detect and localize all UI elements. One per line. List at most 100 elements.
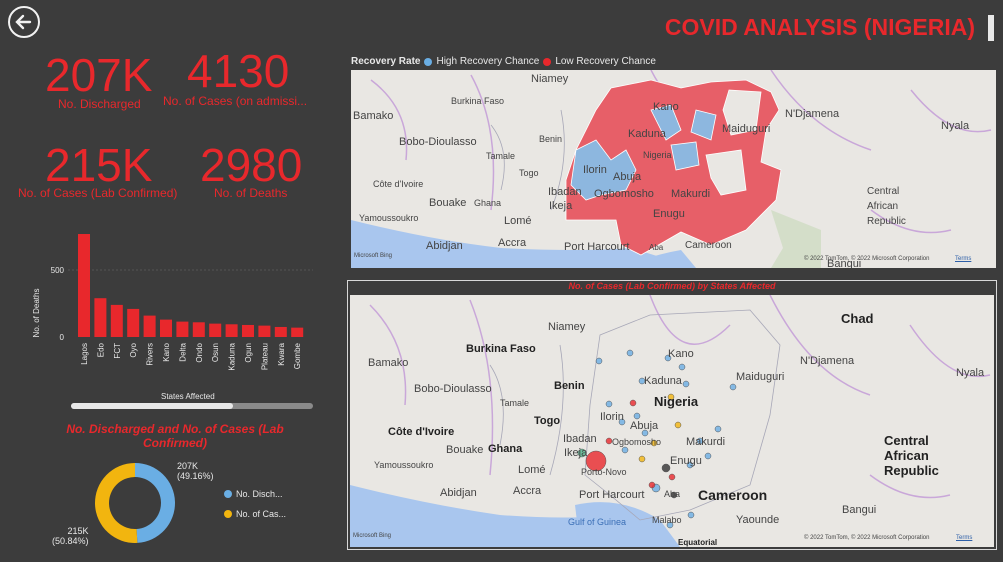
map-label: Burkina Faso — [466, 343, 536, 355]
bar-kwara[interactable] — [274, 326, 287, 337]
map-label: African — [867, 201, 899, 212]
map-label: Makurdi — [686, 436, 726, 448]
bar-lagos[interactable] — [78, 234, 90, 337]
back-button[interactable] — [8, 6, 40, 38]
map-label: African — [884, 448, 929, 463]
scrollbar-thumb[interactable] — [71, 403, 233, 409]
map-label: Burkina Faso — [451, 96, 505, 106]
bar-osun[interactable] — [209, 323, 222, 337]
case-bubble[interactable] — [682, 380, 690, 388]
case-bubble[interactable] — [621, 446, 629, 454]
case-bubble[interactable] — [595, 357, 603, 365]
map-label: Bamako — [368, 357, 409, 369]
map-label: Maiduguri — [736, 371, 785, 383]
map-label: Enugu — [670, 455, 702, 467]
x-tick-label: Rivers — [146, 343, 155, 366]
x-tick-label: Ondo — [195, 342, 204, 362]
legend-lab-confirmed[interactable]: No. of Cas... — [224, 509, 286, 519]
case-bubble[interactable] — [661, 463, 671, 473]
map-label: Ilorin — [600, 411, 624, 423]
map-label: Central — [867, 186, 900, 197]
case-bubble[interactable] — [687, 511, 695, 519]
bar-ondo[interactable] — [192, 322, 205, 337]
bar-edo[interactable] — [94, 298, 107, 337]
map-label: Republic — [884, 463, 939, 478]
donut-title: No. Discharged and No. of Cases (Lab Con… — [66, 422, 284, 450]
legend-low-recovery[interactable]: Low Recovery Chance — [555, 56, 656, 67]
bar-fct[interactable] — [110, 304, 123, 337]
kpi-discharged-label: No. Discharged — [58, 97, 141, 111]
kpi-admission-value: 4130 — [187, 45, 290, 97]
case-bubble[interactable] — [668, 473, 676, 481]
map-label: Abuja — [613, 171, 642, 183]
map-label: Port Harcourt — [564, 241, 630, 253]
map-label: Abuja — [630, 420, 659, 432]
map-provider: Microsoft Bing — [353, 533, 392, 539]
bar-gombe[interactable] — [291, 327, 304, 337]
kpi-admission-label: No. of Cases (on admissi... — [163, 94, 308, 108]
case-bubble[interactable] — [674, 421, 682, 429]
map-label: Nigeria — [654, 394, 699, 409]
scrollbar-track[interactable] — [71, 403, 313, 409]
map-label: Republic — [867, 216, 906, 227]
x-tick-label: Ogun — [244, 343, 253, 363]
case-bubble[interactable] — [648, 481, 656, 489]
legend-high-recovery[interactable]: High Recovery Chance — [436, 56, 539, 67]
bar-delta[interactable] — [176, 321, 189, 337]
case-bubble[interactable] — [626, 349, 634, 357]
map-label: Niamey — [531, 73, 569, 85]
map-label: Tamale — [500, 398, 530, 408]
map-label: Kano — [668, 348, 694, 360]
case-bubble[interactable] — [729, 383, 737, 391]
map-label: Lomé — [504, 215, 532, 227]
x-tick-label: Kaduna — [228, 342, 237, 370]
map-label: Bamako — [353, 110, 394, 122]
bar-oyo[interactable] — [127, 308, 140, 337]
map-label: Ikeja — [549, 200, 573, 212]
case-bubble[interactable] — [714, 425, 722, 433]
cases-bubble-map[interactable]: Niamey Burkina Faso Bamako Bobo-Dioulass… — [350, 295, 994, 547]
map-label: Ikeja — [564, 447, 588, 459]
map-label: Enugu — [653, 208, 685, 220]
map-label: Yaounde — [736, 514, 780, 526]
x-axis-label: States Affected — [161, 392, 215, 401]
case-bubble[interactable] — [638, 455, 646, 463]
x-tick-label: FCT — [113, 343, 122, 359]
bar-plateau[interactable] — [258, 325, 271, 337]
case-bubble[interactable] — [704, 452, 712, 460]
donut-slice-discharged[interactable] — [135, 463, 175, 543]
donut-chart — [94, 463, 175, 543]
map-label: N'Djamena — [800, 355, 855, 367]
x-tick-label: Plateau — [260, 343, 269, 370]
recovery-map[interactable]: Niamey Burkina Faso Bamako Bobo-Dioulass… — [351, 70, 996, 268]
case-bubble[interactable] — [605, 400, 613, 408]
bar-rivers[interactable] — [143, 315, 156, 337]
map-label: Ibadan — [548, 186, 582, 198]
map-label: Ogbomosho — [594, 188, 654, 200]
map-label: Kaduna — [628, 128, 666, 140]
x-tick-label: Edo — [96, 342, 105, 357]
bar-ogun[interactable] — [242, 324, 254, 337]
map-label: Bouake — [446, 444, 484, 456]
map-label: Ghana — [488, 443, 523, 455]
y-tick-500: 500 — [51, 266, 65, 275]
map-label: Accra — [498, 237, 527, 249]
kpi-deaths-label: No. of Deaths — [214, 186, 288, 200]
case-bubble[interactable] — [678, 363, 686, 371]
kpi-discharged-value: 207K — [45, 49, 153, 101]
map-label: Bobo-Dioulasso — [414, 383, 492, 395]
donut-slice-lab-confirmed[interactable] — [94, 463, 138, 543]
map-attribution: © 2022 TomTom, © 2022 Microsoft Corporat… — [804, 535, 930, 541]
case-bubble[interactable] — [629, 399, 637, 407]
legend-swatch-high — [424, 57, 433, 66]
map-label: Cameroon — [698, 487, 768, 503]
terms-link[interactable]: Terms — [955, 256, 971, 262]
bar-kano[interactable] — [160, 319, 172, 337]
bar-kaduna[interactable] — [225, 324, 238, 337]
terms-link[interactable]: Terms — [956, 535, 972, 541]
legend-discharged[interactable]: No. Disch... — [224, 489, 283, 499]
case-bubble[interactable] — [633, 412, 641, 420]
map-label: Maiduguri — [722, 123, 771, 135]
map2-title: No. of Cases (Lab Confirmed) by States A… — [568, 281, 776, 291]
map-label: Lomé — [518, 464, 546, 476]
